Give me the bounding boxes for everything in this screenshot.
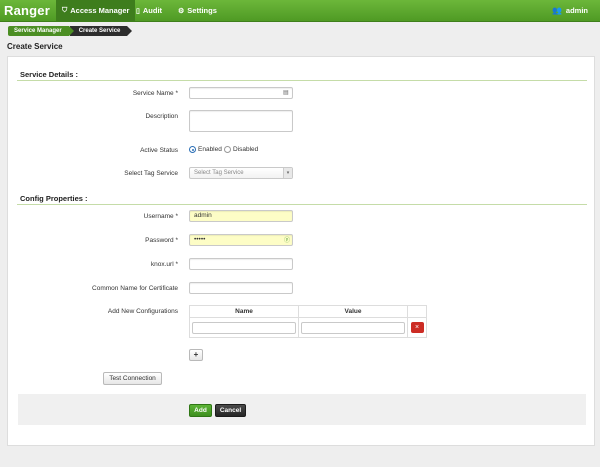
radio-disabled-label: Disabled [233, 146, 259, 153]
form-footer [18, 394, 586, 425]
tag-service-label: Select Tag Service [124, 170, 178, 177]
page-title: Create Service [7, 42, 63, 51]
knox-url-input[interactable] [189, 258, 293, 270]
common-name-input[interactable] [189, 282, 293, 294]
add-row-button[interactable]: + [189, 349, 203, 361]
service-details-title: Service Details : [20, 70, 78, 79]
cancel-button[interactable]: Cancel [215, 404, 246, 417]
radio-disabled-dot[interactable] [224, 146, 231, 153]
users-icon: 👥 [551, 6, 562, 15]
radio-enabled-label: Enabled [198, 146, 222, 153]
common-name-label: Common Name for Certificate [92, 285, 178, 292]
gear-icon: ⚙ [178, 7, 185, 15]
divider [17, 204, 587, 205]
radio-enabled[interactable]: Enabled [189, 146, 222, 153]
radio-disabled[interactable]: Disabled [224, 146, 258, 153]
user-menu[interactable]: 👥 admin [552, 0, 588, 21]
nav-access-manager[interactable]: ⛉ Access Manager [56, 0, 136, 21]
tag-service-select[interactable]: Select Tag Service ▾ [189, 167, 293, 179]
top-navbar: Ranger ⛉ Access Manager ▯ Audit ⚙ Settin… [0, 0, 600, 22]
username-input[interactable]: admin [189, 210, 293, 222]
key-icon: ⓟ [284, 238, 291, 244]
radio-enabled-dot[interactable] [189, 146, 196, 153]
document-icon: ▯ [136, 7, 140, 15]
add-button[interactable]: Add [189, 404, 212, 417]
tag-service-placeholder: Select Tag Service [194, 170, 244, 176]
description-label: Description [145, 113, 178, 120]
chevron-down-icon: ▾ [283, 168, 292, 178]
active-status-label: Active Status [140, 147, 178, 154]
description-input[interactable] [189, 110, 293, 132]
nav-audit[interactable]: ▯ Audit [130, 0, 168, 21]
test-connection-button[interactable]: Test Connection [103, 372, 162, 385]
divider [17, 80, 587, 81]
knox-url-label: knox.url * [150, 261, 178, 268]
user-name: admin [565, 6, 588, 15]
nav-audit-label: Audit [142, 6, 163, 15]
delete-row-button[interactable]: × [410, 322, 424, 333]
breadcrumb-service-manager[interactable]: Service Manager [8, 26, 74, 36]
config-properties-title: Config Properties : [20, 194, 88, 203]
password-input[interactable]: ••••• [189, 234, 293, 246]
breadcrumb: Service Manager Create Service [8, 26, 133, 36]
service-name-input[interactable] [189, 87, 293, 99]
config-name-input[interactable] [192, 321, 296, 334]
brand-logo[interactable]: Ranger [4, 3, 50, 18]
nav-settings-label: Settings [187, 6, 217, 15]
shield-icon: ⛉ [62, 6, 68, 14]
breadcrumb-create-service: Create Service [69, 26, 133, 36]
add-new-configurations-label: Add New Configurations [107, 308, 178, 315]
nav-access-manager-label: Access Manager [70, 6, 130, 15]
value-column-header: Value [298, 305, 408, 318]
config-value-input[interactable] [301, 321, 405, 334]
nav-settings[interactable]: ⚙ Settings [172, 0, 223, 21]
action-column-header [407, 305, 427, 318]
username-label: Username * [143, 213, 178, 220]
configurations-table: Name Value × [189, 305, 427, 338]
name-column-header: Name [189, 305, 299, 318]
create-service-form: Service Details : Service Name * ▤ Descr… [7, 56, 595, 446]
password-label: Password * [145, 237, 178, 244]
table-row: × [189, 317, 427, 338]
service-name-label: Service Name * [132, 90, 178, 97]
contact-card-icon: ▤ [283, 90, 289, 96]
